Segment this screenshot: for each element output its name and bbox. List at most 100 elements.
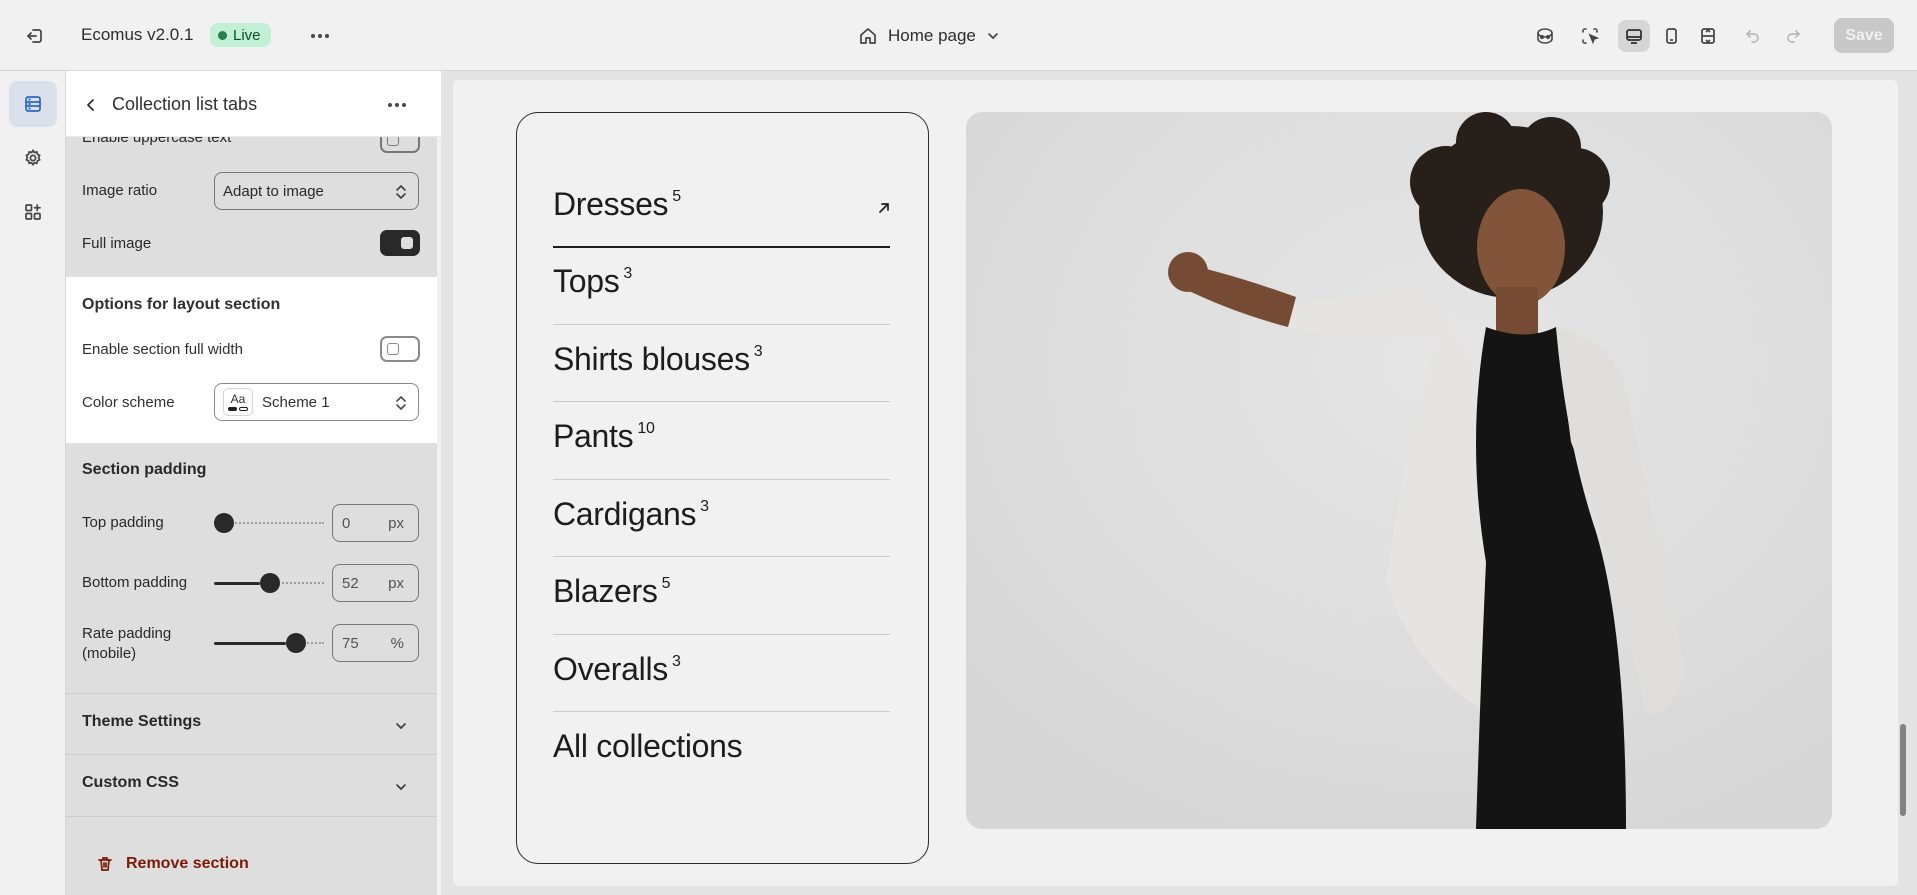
bottom-padding-label: Bottom padding <box>82 574 188 591</box>
full-image-toggle[interactable] <box>380 230 420 256</box>
select-chevron-icon <box>396 184 406 200</box>
theme-more-button[interactable] <box>305 22 335 50</box>
bottom-padding-input[interactable]: 52 px <box>332 564 419 602</box>
rate-padding-label: Rate padding (mobile) <box>82 625 172 662</box>
collection-tab-dresses[interactable]: Dresses 5 <box>553 186 890 223</box>
top-padding-slider[interactable] <box>214 513 324 533</box>
chevron-down-icon <box>988 33 998 40</box>
divider <box>553 324 890 325</box>
color-scheme-label: Color scheme <box>82 394 175 411</box>
collection-tab-tops[interactable]: Tops 3 <box>553 263 890 300</box>
live-dot-icon <box>218 30 227 40</box>
collection-name: Cardigans <box>553 496 697 532</box>
toggle-knob <box>387 343 399 355</box>
rail-apps-button[interactable] <box>9 189 57 235</box>
collection-tab-cardigans[interactable]: Cardigans 3 <box>553 496 890 533</box>
collection-count: 5 <box>661 575 671 592</box>
collection-count: 3 <box>671 653 681 670</box>
theme-settings-label: Theme Settings <box>82 713 202 730</box>
redo-icon <box>1787 30 1801 43</box>
arrow-up-right-icon <box>879 203 889 213</box>
slider-thumb[interactable] <box>214 513 234 533</box>
mobile-icon <box>1666 28 1677 44</box>
custom-css-accordion[interactable]: Custom CSS <box>82 774 422 804</box>
more-horizontal-icon <box>311 34 329 38</box>
color-scheme-select[interactable]: Aa Scheme 1 <box>214 383 419 421</box>
select-mode-button[interactable] <box>1574 20 1606 52</box>
collection-tab-shirts-blouses[interactable]: Shirts blouses 3 <box>553 341 890 378</box>
collection-count: 3 <box>623 265 633 282</box>
collection-tab-blazers[interactable]: Blazers 5 <box>553 573 890 610</box>
collection-count: 3 <box>700 498 709 515</box>
page-selector[interactable]: Home page <box>858 22 1000 50</box>
divider <box>66 693 437 694</box>
rate-padding-unit: % <box>390 635 404 652</box>
top-padding-value: 0 <box>342 514 351 532</box>
full-width-toggle[interactable] <box>380 336 420 362</box>
desktop-icon <box>1626 29 1642 44</box>
custom-css-label: Custom CSS <box>82 774 179 791</box>
rate-padding-value: 75 <box>342 634 359 652</box>
collection-tab-all[interactable]: All collections <box>553 728 890 765</box>
collection-count: 5 <box>672 188 681 205</box>
image-ratio-select[interactable]: Adapt to image <box>214 172 419 210</box>
remove-section-label: Remove section <box>126 855 249 872</box>
collection-tab-overalls[interactable]: Overalls 3 <box>553 651 890 688</box>
collection-count: 10 <box>637 420 655 437</box>
color-scheme-value: Scheme 1 <box>262 393 330 411</box>
rail-settings-button[interactable] <box>9 135 57 181</box>
collection-name: All collections <box>553 728 743 764</box>
layout-options-group: Options for layout section Enable sectio… <box>66 277 437 443</box>
gear-icon <box>25 149 41 167</box>
full-width-label: Enable section full width <box>82 341 243 358</box>
customer-view-icon <box>1537 28 1553 44</box>
panel-more-button[interactable] <box>382 91 412 119</box>
exit-button[interactable] <box>20 22 50 50</box>
slider-thumb[interactable] <box>286 633 306 653</box>
save-button[interactable]: Save <box>1834 18 1894 53</box>
slider-fill <box>214 642 286 645</box>
theme-settings-accordion[interactable]: Theme Settings <box>82 713 422 743</box>
live-status-label: Live <box>233 26 261 44</box>
preview-scrollbar[interactable] <box>1900 724 1906 816</box>
redo-button[interactable] <box>1777 20 1809 52</box>
theme-name: Ecomus v2.0.1 <box>81 25 194 44</box>
inspector-button[interactable] <box>1529 20 1561 52</box>
divider <box>553 401 890 402</box>
bottom-padding-slider[interactable] <box>214 573 324 593</box>
slider-fill <box>214 582 260 585</box>
arrow-left-icon <box>87 99 94 111</box>
back-button[interactable] <box>78 92 104 118</box>
section-padding-header: Section padding <box>82 461 207 478</box>
collection-name: Tops <box>553 263 620 299</box>
top-padding-label: Top padding <box>82 514 164 531</box>
divider <box>553 556 890 557</box>
divider <box>553 246 890 248</box>
top-padding-input[interactable]: 0 px <box>332 504 419 542</box>
scheme-swatch-text: Aa <box>230 392 246 406</box>
fullscreen-icon <box>1701 28 1715 44</box>
fullscreen-view-button[interactable] <box>1692 20 1724 52</box>
slider-thumb[interactable] <box>260 573 280 593</box>
collection-link-button[interactable] <box>875 199 893 222</box>
collection-count: 3 <box>753 343 763 360</box>
desktop-view-button[interactable] <box>1618 20 1650 52</box>
undo-icon <box>1745 30 1759 43</box>
remove-section-button[interactable]: Remove section <box>96 855 249 873</box>
rate-padding-slider[interactable] <box>214 633 324 653</box>
divider <box>553 634 890 635</box>
collection-tab-pants[interactable]: Pants 10 <box>553 418 890 455</box>
exit-icon <box>27 29 42 43</box>
chevron-down-icon <box>396 784 406 791</box>
panel-header: Collection list tabs <box>66 71 441 137</box>
rail-sections-button[interactable] <box>9 81 57 127</box>
rate-padding-input[interactable]: 75 % <box>332 624 419 662</box>
image-ratio-label: Image ratio <box>82 182 158 199</box>
undo-button[interactable] <box>1737 20 1769 52</box>
section-settings-panel: Collection list tabs Enable uppercase te… <box>66 71 441 895</box>
toggle-knob <box>401 237 413 249</box>
apps-icon <box>25 204 41 220</box>
mobile-view-button[interactable] <box>1655 20 1687 52</box>
more-horizontal-icon <box>388 103 406 107</box>
collection-name: Dresses <box>553 186 669 222</box>
